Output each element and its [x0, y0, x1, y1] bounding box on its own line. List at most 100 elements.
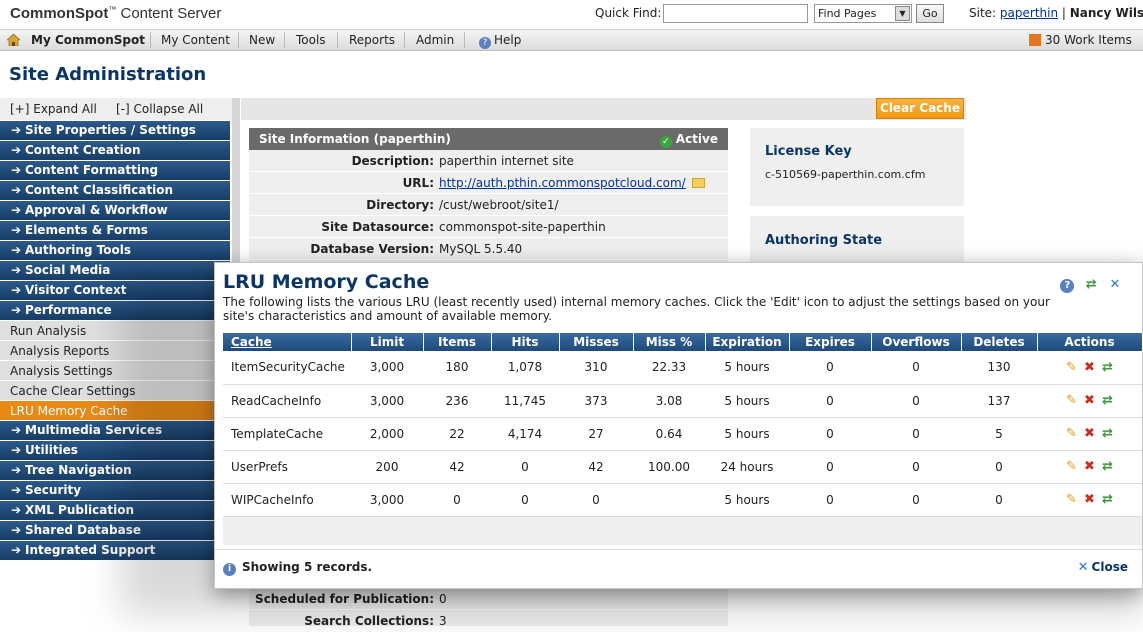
cell-actions: ✎ ✖ ⇄ [1037, 417, 1142, 451]
cell-expires: 0 [789, 417, 871, 451]
table-row: ItemSecurityCache 3,000 180 1,078 310 22… [223, 351, 1142, 385]
menu-tools[interactable]: Tools [296, 33, 326, 47]
menu-help[interactable]: ? Help [479, 33, 521, 49]
reset-icon[interactable]: ⇄ [1101, 394, 1115, 408]
cell-expires: 0 [789, 351, 871, 385]
table-header-row: Cache Limit Items Hits Misses Miss % Exp… [223, 333, 1143, 351]
sidebar-section-site-properties[interactable]: ➔ Site Properties / Settings [0, 121, 230, 141]
cell-deletes: 0 [961, 450, 1037, 484]
cell-hits: 1,078 [491, 351, 559, 385]
cell-items: 180 [423, 351, 491, 385]
arrow-right-icon: ➔ [11, 123, 22, 137]
records-label: Showing 5 records. [242, 560, 373, 574]
arrow-down-icon: ➔ [11, 303, 22, 317]
site-url-link[interactable]: http://auth.pthin.commonspotcloud.com/ [439, 176, 686, 190]
edit-icon[interactable]: ✎ [1065, 394, 1079, 408]
go-button[interactable]: Go [916, 4, 944, 23]
collapse-all-link[interactable]: [-] Collapse All [116, 102, 203, 116]
delete-icon[interactable]: ✖ [1083, 493, 1097, 507]
cell-actions: ✎ ✖ ⇄ [1037, 351, 1142, 385]
arrow-right-icon: ➔ [11, 543, 22, 557]
reset-icon[interactable]: ⇄ [1101, 427, 1115, 441]
sidebar-section-label: Social Media [25, 263, 111, 277]
info-value: paperthin internet site [439, 154, 574, 168]
sidebar-section-elements-forms[interactable]: ➔ Elements & Forms [0, 221, 230, 241]
column-header-hits: Hits [491, 333, 560, 351]
cell-expires: 0 [789, 483, 871, 517]
expand-all-link[interactable]: [+] Expand All [10, 102, 97, 116]
sidebar-section-content-creation[interactable]: ➔ Content Creation [0, 141, 230, 161]
sidebar-section-label: Content Formatting [25, 163, 159, 177]
close-icon[interactable]: ✕ [1108, 278, 1122, 292]
info-value: /cust/webroot/site1/ [439, 198, 559, 212]
cell-expiration: 5 hours [705, 417, 789, 451]
edit-icon[interactable]: ✎ [1065, 460, 1079, 474]
home-icon [7, 34, 20, 46]
sidebar-section-approval-workflow[interactable]: ➔ Approval & Workflow [0, 201, 230, 221]
reset-icon[interactable]: ⇄ [1101, 493, 1115, 507]
cell-miss-percent: 0.64 [633, 417, 705, 451]
edit-icon[interactable]: ✎ [1065, 427, 1079, 441]
cell-overflows: 0 [871, 450, 961, 484]
table-row: UserPrefs 200 42 0 42 100.00 24 hours 0 … [223, 450, 1142, 484]
arrow-right-icon: ➔ [11, 463, 22, 477]
cell-expiration: 24 hours [705, 450, 789, 484]
menu-my-content[interactable]: My Content [161, 33, 230, 47]
find-type-select[interactable]: Find Pages ▼ [814, 4, 912, 23]
cell-cache-name: ReadCacheInfo [223, 384, 351, 418]
sidebar-section-label: Authoring Tools [25, 243, 132, 257]
dialog-description: The following lists the various LRU (lea… [223, 295, 1050, 323]
help-icon: ? [479, 37, 491, 49]
quick-find-input[interactable] [663, 4, 808, 23]
menu-admin[interactable]: Admin [416, 33, 454, 47]
delete-icon[interactable]: ✖ [1083, 460, 1097, 474]
cell-miss-percent: 22.33 [633, 351, 705, 385]
cell-overflows: 0 [871, 384, 961, 418]
cell-miss-percent: 100.00 [633, 450, 705, 484]
sidebar-section-label: Tree Navigation [25, 463, 132, 477]
sidebar-section-label: Security [25, 483, 82, 497]
menu-divider [337, 32, 338, 48]
help-icon[interactable]: ? [1060, 279, 1075, 293]
site-info-row: Site Datasource: commonspot-site-paperth… [249, 216, 728, 238]
menu-new[interactable]: New [249, 33, 275, 47]
site-link[interactable]: paperthin [1000, 6, 1058, 20]
delete-icon[interactable]: ✖ [1083, 427, 1097, 441]
clear-cache-button[interactable]: Clear Cache [876, 98, 964, 119]
edit-icon[interactable]: ✎ [1065, 360, 1079, 375]
dialog-title: LRU Memory Cache [223, 271, 430, 293]
column-header-cache[interactable]: Cache [223, 333, 352, 351]
cell-items: 22 [423, 417, 491, 451]
cell-misses: 0 [559, 483, 633, 517]
cell-cache-name: TemplateCache [223, 417, 351, 451]
column-header-expires: Expires [789, 333, 872, 351]
edit-icon[interactable]: ✎ [1065, 493, 1079, 507]
menu-divider [464, 32, 465, 48]
sidebar-section-label: XML Publication [25, 503, 135, 517]
content-toolbar [241, 98, 966, 120]
site-info-header: Site Information (paperthin) ✓ Active [249, 128, 728, 150]
delete-icon[interactable]: ✖ [1083, 394, 1097, 408]
sidebar-section-content-classification[interactable]: ➔ Content Classification [0, 181, 230, 201]
close-button[interactable]: ✕ Close [1078, 560, 1128, 575]
page-title: Site Administration [9, 64, 207, 85]
reset-icon[interactable]: ⇄ [1101, 360, 1115, 375]
reset-icon[interactable]: ⇄ [1101, 460, 1115, 474]
records-count: i Showing 5 records. [223, 560, 372, 576]
work-items-link[interactable]: 30 Work Items [1029, 33, 1132, 47]
brand-suffix: Content Server [120, 5, 222, 22]
quick-find-label: Quick Find: [595, 6, 662, 20]
sidebar-section-authoring-tools[interactable]: ➔ Authoring Tools [0, 241, 230, 261]
cell-cache-name: UserPrefs [223, 450, 351, 484]
refresh-icon[interactable]: ⇄ [1084, 278, 1098, 292]
delete-icon[interactable]: ✖ [1083, 360, 1097, 375]
user-name[interactable]: Nancy Wilso [1070, 6, 1143, 20]
menu-divider [284, 32, 285, 48]
arrow-right-icon: ➔ [11, 483, 22, 497]
folder-icon[interactable] [691, 178, 705, 188]
sidebar-section-content-formatting[interactable]: ➔ Content Formatting [0, 161, 230, 181]
check-icon: ✓ [659, 136, 672, 148]
menu-my-commonspot[interactable]: My CommonSpot [31, 33, 145, 47]
info-label: Site Datasource: [321, 220, 434, 234]
menu-reports[interactable]: Reports [349, 33, 395, 47]
